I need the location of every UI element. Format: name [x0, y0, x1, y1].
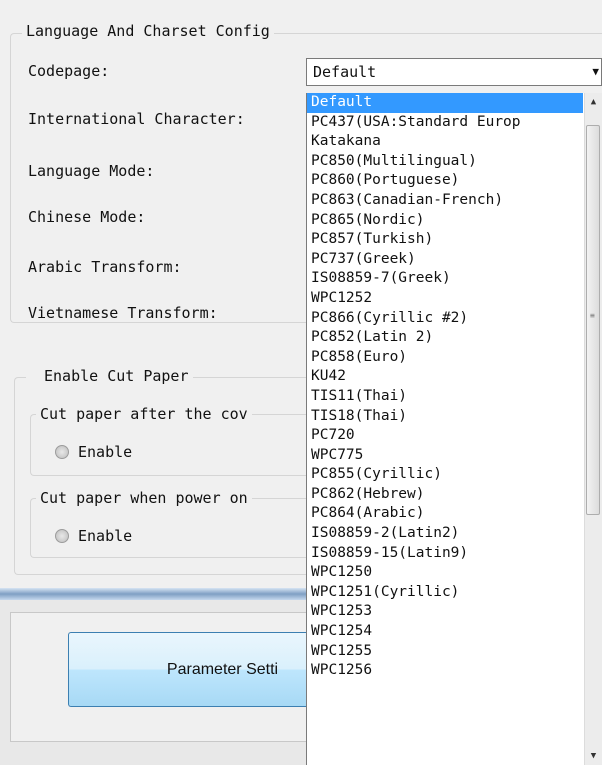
- codepage-option[interactable]: WPC1251(Cyrillic): [307, 583, 583, 603]
- codepage-option[interactable]: IS08859-15(Latin9): [307, 544, 583, 564]
- codepage-option[interactable]: PC866(Cyrillic #2): [307, 309, 583, 329]
- codepage-option[interactable]: PC860(Portuguese): [307, 171, 583, 191]
- codepage-option[interactable]: PC850(Multilingual): [307, 152, 583, 172]
- language-mode-label: Language Mode:: [28, 162, 155, 180]
- codepage-option[interactable]: Katakana: [307, 132, 583, 152]
- cut-after-cover-title: Cut paper after the cov: [36, 405, 252, 423]
- international-character-label: International Character:: [28, 110, 245, 128]
- cut-power-on-enable-label[interactable]: Enable: [78, 527, 132, 545]
- codepage-option[interactable]: PC720: [307, 426, 583, 446]
- codepage-option[interactable]: WPC1253: [307, 602, 583, 622]
- cut-power-on-group: [30, 498, 321, 558]
- codepage-option[interactable]: WPC1254: [307, 622, 583, 642]
- codepage-option[interactable]: PC864(Arabic): [307, 504, 583, 524]
- codepage-option[interactable]: WPC1255: [307, 642, 583, 662]
- chinese-mode-label: Chinese Mode:: [28, 208, 146, 226]
- codepage-option[interactable]: Default: [307, 93, 583, 113]
- grip-icon: ≡: [590, 311, 595, 320]
- codepage-select[interactable]: Default ▼: [306, 58, 602, 86]
- codepage-option[interactable]: WPC1250: [307, 563, 583, 583]
- codepage-option[interactable]: PC737(Greek): [307, 250, 583, 270]
- cut-power-on-enable-radio[interactable]: [55, 529, 69, 543]
- codepage-option[interactable]: IS08859-7(Greek): [307, 269, 583, 289]
- codepage-label: Codepage:: [28, 62, 110, 80]
- codepage-option[interactable]: WPC1256: [307, 661, 583, 681]
- codepage-option[interactable]: TIS11(Thai): [307, 387, 583, 407]
- panel-splitter[interactable]: [0, 588, 306, 600]
- codepage-option[interactable]: WPC775: [307, 446, 583, 466]
- chevron-down-icon[interactable]: ▼: [592, 63, 599, 81]
- codepage-option[interactable]: TIS18(Thai): [307, 407, 583, 427]
- codepage-option[interactable]: PC857(Turkish): [307, 230, 583, 250]
- cut-power-on-title: Cut paper when power on: [36, 489, 252, 507]
- arabic-transform-label: Arabic Transform:: [28, 258, 182, 276]
- codepage-option[interactable]: PC863(Canadian-French): [307, 191, 583, 211]
- codepage-option[interactable]: IS08859-2(Latin2): [307, 524, 583, 544]
- codepage-option[interactable]: PC858(Euro): [307, 348, 583, 368]
- codepage-option[interactable]: WPC1252: [307, 289, 583, 309]
- codepage-option[interactable]: PC855(Cyrillic): [307, 465, 583, 485]
- dropdown-scrollbar[interactable]: ▲ ≡ ▼: [584, 93, 602, 765]
- cut-after-cover-group: [30, 414, 321, 476]
- scroll-up-arrow-icon[interactable]: ▲: [585, 93, 602, 111]
- codepage-dropdown-list[interactable]: Default PC437(USA:Standard Europ Katakana P…: [306, 93, 602, 765]
- cut-after-cover-enable-radio[interactable]: [55, 445, 69, 459]
- cut-after-cover-enable-label[interactable]: Enable: [78, 443, 132, 461]
- codepage-option[interactable]: PC437(USA:Standard Europ: [307, 113, 583, 133]
- parameter-settings-button[interactable]: Parameter Setti: [68, 632, 306, 707]
- codepage-option[interactable]: PC865(Nordic): [307, 211, 583, 231]
- codepage-option[interactable]: KU42: [307, 367, 583, 387]
- codepage-option[interactable]: PC852(Latin 2): [307, 328, 583, 348]
- vietnamese-transform-label: Vietnamese Transform:: [28, 304, 218, 322]
- codepage-option[interactable]: PC862(Hebrew): [307, 485, 583, 505]
- scrollbar-thumb[interactable]: ≡: [586, 125, 600, 515]
- enable-cut-paper-label[interactable]: Enable Cut Paper: [26, 367, 193, 385]
- scroll-down-arrow-icon[interactable]: ▼: [585, 747, 602, 765]
- language-charset-group-title: Language And Charset Config: [22, 22, 274, 40]
- codepage-options: Default PC437(USA:Standard Europ Katakana P…: [307, 93, 583, 681]
- codepage-select-value: Default: [313, 63, 377, 81]
